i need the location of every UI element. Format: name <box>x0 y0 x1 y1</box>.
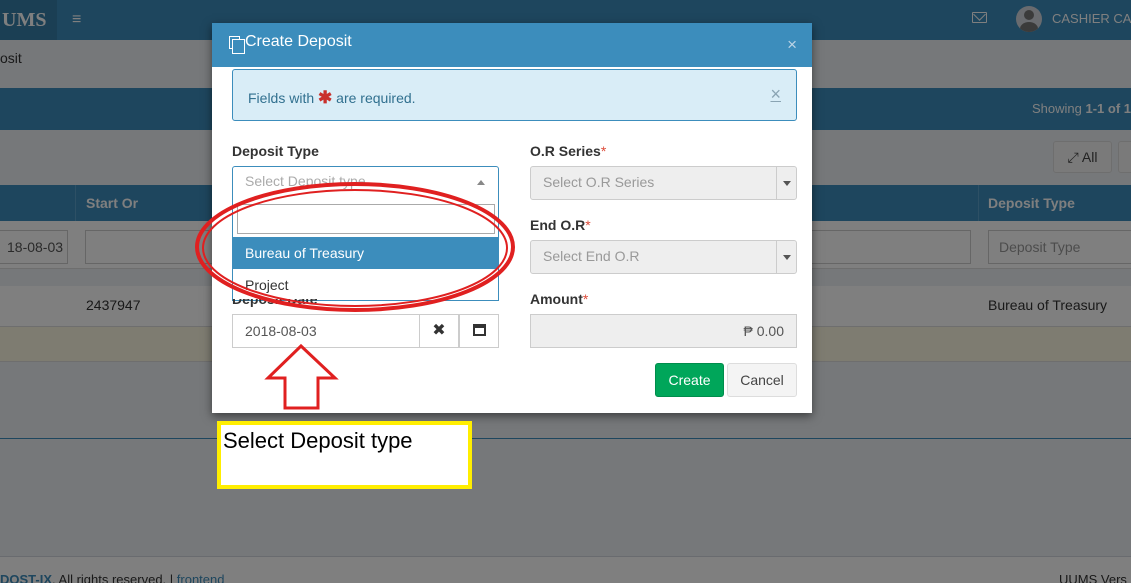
annotation-callout: Select Deposit type <box>217 421 472 489</box>
up-arrow-icon <box>264 343 339 410</box>
callout-text: Select Deposit type <box>223 428 413 453</box>
highlight-ellipse <box>195 182 515 312</box>
highlight-ellipse-inner <box>202 189 508 307</box>
annotation-overlay <box>195 182 515 410</box>
